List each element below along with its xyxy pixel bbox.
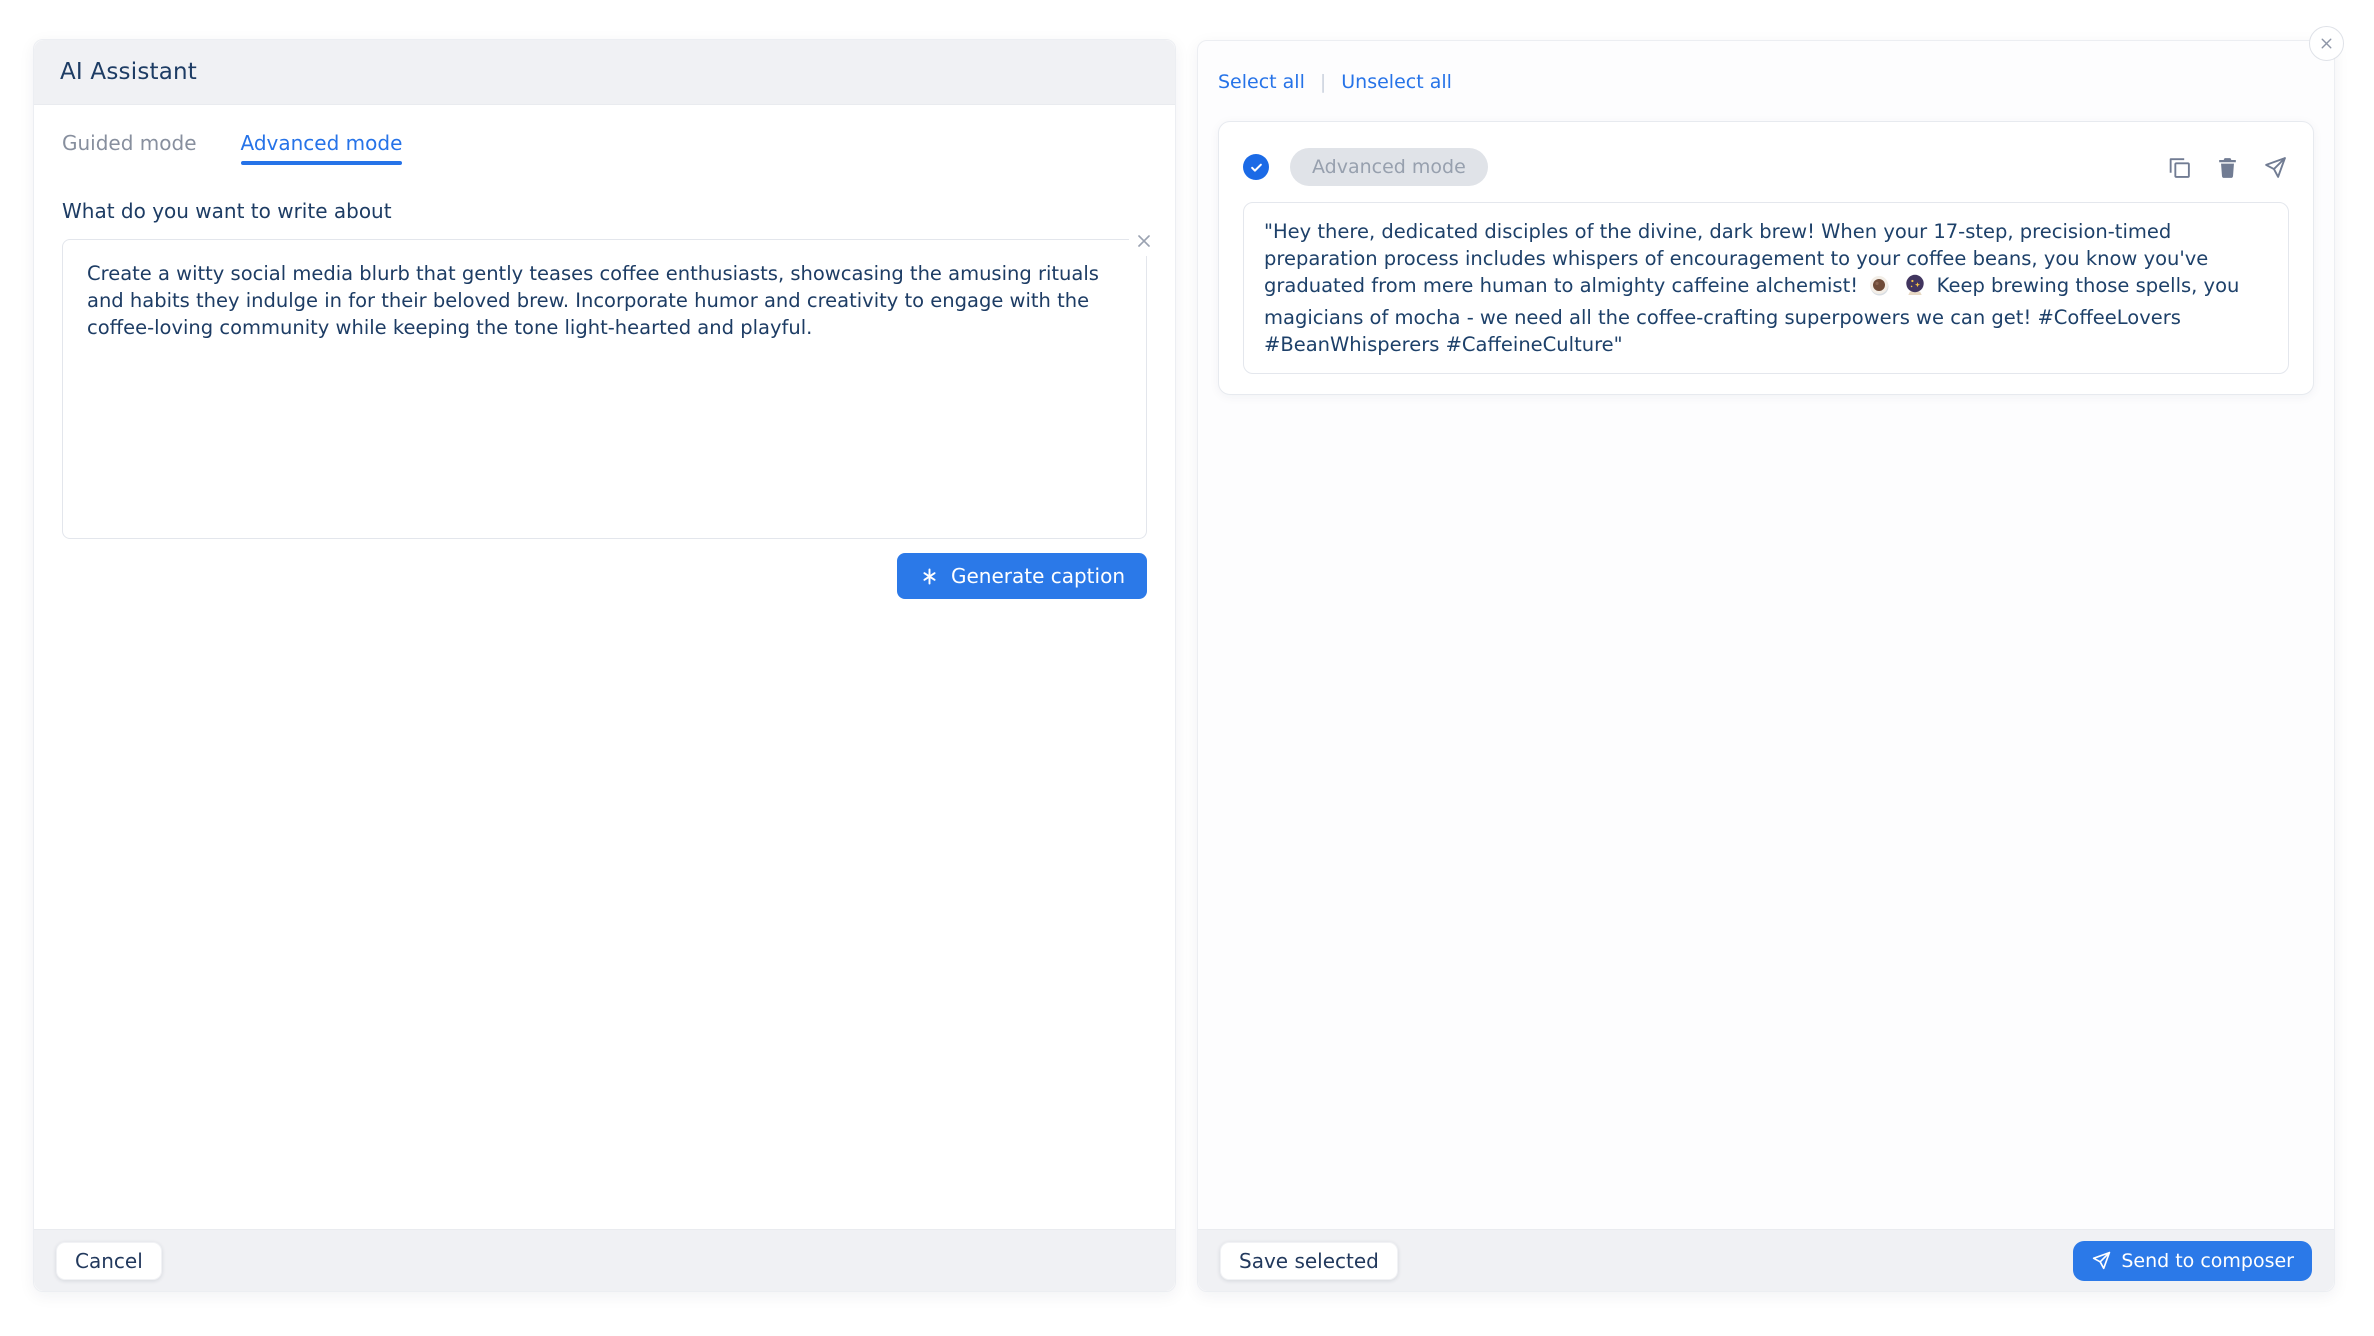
coffee-emoji [1867,273,1891,304]
close-icon [2318,35,2335,52]
mode-badge: Advanced mode [1290,148,1488,186]
unselect-all-link[interactable]: Unselect all [1341,71,1452,93]
send-single-button[interactable] [2261,153,2289,181]
tab-guided-mode[interactable]: Guided mode [62,131,197,165]
left-footer: Cancel [34,1229,1175,1291]
send-icon [2091,1250,2112,1271]
delete-button[interactable] [2213,153,2241,181]
ai-assistant-panel: AI Assistant Guided mode Advanced mode W… [33,39,1176,1292]
generate-row: Generate caption [62,553,1147,599]
crystal-ball-emoji [1903,273,1927,304]
caption-actions [2165,153,2289,181]
caption-select-checkbox[interactable] [1243,154,1269,180]
prompt-label: What do you want to write about [62,199,1147,223]
panel-body: Guided mode Advanced mode What do you wa… [34,105,1175,1229]
copy-icon [2167,155,2192,180]
clear-prompt-button[interactable] [1129,226,1159,256]
send-icon [2263,155,2288,180]
close-icon [1134,231,1154,251]
tab-advanced-mode[interactable]: Advanced mode [241,131,403,165]
prompt-input[interactable]: Create a witty social media blurb that g… [62,239,1147,539]
check-icon [1249,160,1264,175]
generate-caption-button[interactable]: Generate caption [897,553,1147,599]
select-all-link[interactable]: Select all [1218,71,1305,93]
send-to-composer-label: Send to composer [2121,1250,2294,1272]
prompt-field-wrapper: Create a witty social media blurb that g… [62,239,1147,539]
dialog-close-button[interactable] [2309,26,2344,61]
sparkle-icon [919,566,940,587]
send-to-composer-button[interactable]: Send to composer [2073,1241,2312,1281]
panel-header: AI Assistant [34,40,1175,105]
caption-result-card: Advanced mode "Hey there, dedicated disc… [1218,121,2314,395]
cancel-button[interactable]: Cancel [56,1242,162,1280]
right-footer: Save selected Send to composer [1198,1229,2334,1291]
captions-body: Select all | Unselect all Advanced mode [1198,41,2334,1229]
selection-controls: Select all | Unselect all [1218,71,2314,93]
caption-card-header: Advanced mode [1243,148,2289,186]
link-divider: | [1320,71,1326,93]
mode-tabs: Guided mode Advanced mode [62,131,1147,165]
caption-text: "Hey there, dedicated disciples of the d… [1243,202,2289,374]
save-selected-button[interactable]: Save selected [1220,1242,1398,1280]
page-title: AI Assistant [60,59,197,85]
trash-icon [2215,155,2240,180]
generate-caption-label: Generate caption [951,564,1125,588]
copy-button[interactable] [2165,153,2193,181]
generated-captions-panel: Select all | Unselect all Advanced mode [1197,40,2335,1292]
